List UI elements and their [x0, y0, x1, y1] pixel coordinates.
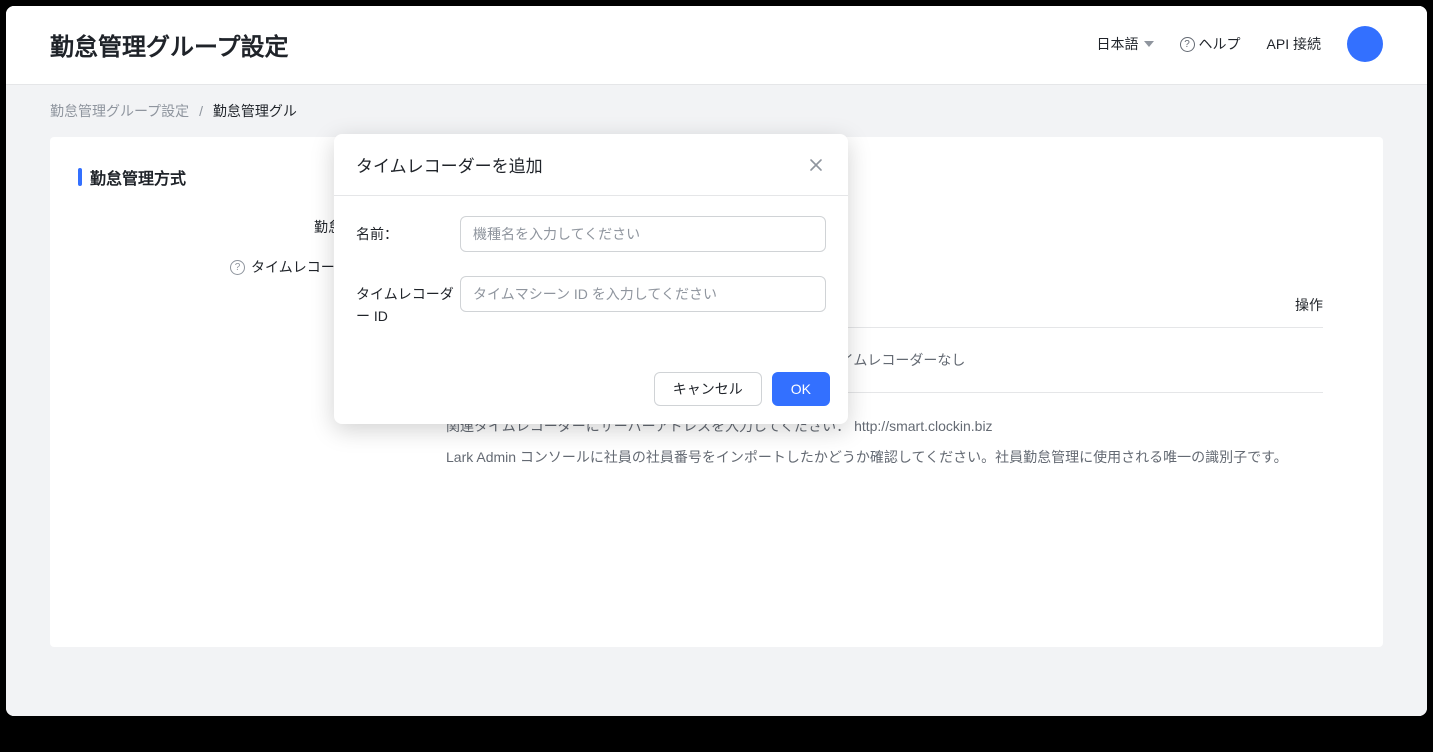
name-label: 名前： — [356, 216, 460, 245]
modal-id-row: タイムレコーダー ID — [356, 276, 826, 328]
name-input[interactable] — [460, 216, 826, 252]
modal-title: タイムレコーダーを追加 — [356, 152, 543, 177]
id-label: タイムレコーダー ID — [356, 276, 460, 328]
close-button[interactable] — [806, 155, 826, 175]
add-recorder-modal: タイムレコーダーを追加 名前： タイムレコーダー ID キャンセル OK — [334, 134, 848, 424]
modal-body: 名前： タイムレコーダー ID — [334, 196, 848, 362]
close-icon — [808, 157, 824, 173]
app-window: 勤怠管理グループ設定 日本語 ? ヘルプ API 接続 勤怠管理グループ設定 /… — [6, 6, 1427, 716]
id-input[interactable] — [460, 276, 826, 312]
modal-name-row: 名前： — [356, 216, 826, 252]
cancel-button[interactable]: キャンセル — [654, 372, 762, 406]
modal-footer: キャンセル OK — [334, 362, 848, 424]
modal-header: タイムレコーダーを追加 — [334, 134, 848, 196]
ok-button[interactable]: OK — [772, 372, 830, 406]
